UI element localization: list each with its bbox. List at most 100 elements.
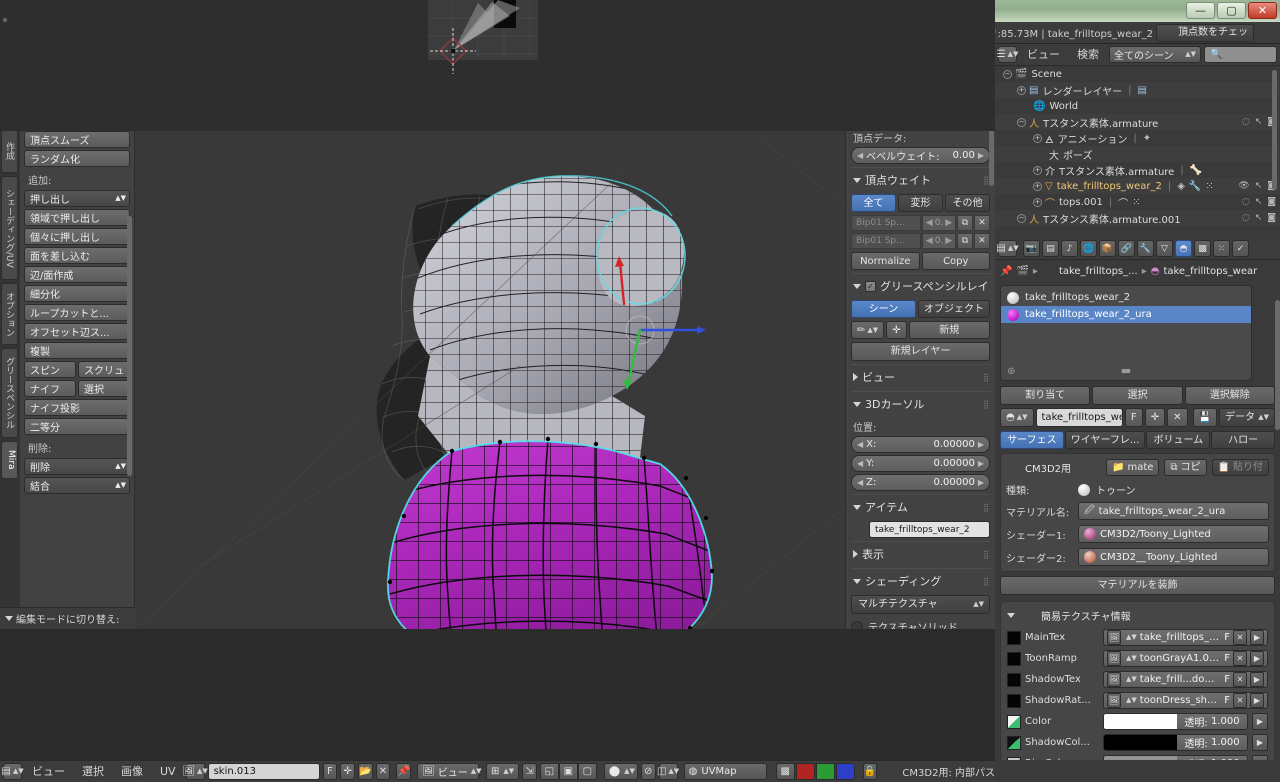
copy-material-button[interactable]: ⧉ コピ	[1164, 459, 1207, 476]
expand-toggle-icon[interactable]: +	[1033, 197, 1042, 207]
cm3d2-kind-value-group[interactable]: トゥーン	[1078, 482, 1136, 497]
visibility-icon[interactable]: 👁	[1238, 181, 1249, 191]
uv-sync-selection-icon[interactable]: ⇲	[522, 763, 537, 780]
gp-add-icon[interactable]: ✛	[886, 321, 907, 339]
tool-knife-project-button[interactable]: ナイフ投影	[24, 399, 130, 416]
bevel-weight-field[interactable]: ◀ ベベルウェイト: 0.00 ▶	[851, 147, 990, 164]
delete-weight-icon[interactable]: ✕	[974, 233, 990, 249]
uv-image-editor[interactable]	[0, 0, 995, 131]
color-swatch[interactable]	[1104, 735, 1177, 750]
tool-tab-options[interactable]: オプション	[1, 283, 18, 345]
material-datablock-row[interactable]: ◓▲▼ take_frilltops_we... F ✛ ✕ 💾 データ ▲▼	[1000, 408, 1275, 427]
tab-object[interactable]: 📦	[1099, 240, 1116, 257]
expand-toggle-icon[interactable]: −	[1017, 117, 1026, 127]
vertex-weight-filter-tabs[interactable]: 全て 変形 その他	[851, 194, 990, 212]
material-type-tabs[interactable]: サーフェス ワイヤーフレ... ボリューム ハロー	[1000, 431, 1275, 449]
selectable-icon[interactable]: ↖	[1255, 213, 1263, 223]
selectable-icon[interactable]: ↖	[1255, 117, 1263, 127]
tab-texture[interactable]: ▩	[1194, 240, 1211, 257]
chevron-right-icon[interactable]: ▶	[978, 478, 984, 487]
cursor3d-field-y[interactable]: ◀ Y: 0.00000 ▶	[851, 455, 990, 472]
outliner-row-icons[interactable]: ◌↖◙	[1242, 213, 1276, 223]
tool-screw-button[interactable]: スクリュ	[78, 361, 130, 378]
alpha-channel-icon[interactable]: ▩	[775, 763, 795, 780]
outliner-search-input[interactable]: 🔍	[1204, 46, 1277, 63]
material-slot-list[interactable]: take_frilltops_wear_2 take_frilltops_wea…	[1000, 285, 1252, 381]
display-section-header[interactable]: 表示 ⣿	[851, 541, 990, 565]
outliner-row-armature[interactable]: − 人 Tスタンス素体.armature ◌↖◙	[995, 114, 1280, 130]
weight-tab-deform[interactable]: 変形	[898, 194, 943, 212]
breadcrumb-object[interactable]: take_frilltops_...	[1059, 266, 1138, 277]
shadowtex-field[interactable]: 🖼 ▲▼ take_frill...dow.001 F ✕ ▶	[1103, 671, 1268, 688]
browse-image-icon[interactable]: 🖼	[1107, 693, 1121, 708]
maintex-fake-user[interactable]: F	[1224, 632, 1230, 643]
copy-weight-icon[interactable]: ⧉	[957, 215, 973, 231]
new-material-button[interactable]: ✛	[1144, 408, 1166, 427]
uv-sticky-mode-dropdown[interactable]: ⬤ ▲▼	[603, 763, 638, 780]
browse-material-icon[interactable]: ◓ ▲▼	[1000, 408, 1034, 427]
tool-knife-button[interactable]: ナイフ	[24, 380, 76, 397]
uv-view-mode-dropdown[interactable]: 🖼 ビュー ▲▼	[417, 763, 482, 780]
tab-constraints[interactable]: 🔗	[1118, 240, 1135, 257]
outliner-row-tops001[interactable]: + ⌒ tops.001 | ⌒ ⁙ ◌ ↖ ◙	[995, 194, 1280, 210]
cursor3d-section-header[interactable]: 3Dカーソル ⣿	[851, 391, 990, 415]
selectable-icon[interactable]: ↖	[1255, 197, 1263, 207]
tool-shelf-tabs[interactable]: ツール 作成 シェーディング/UV オプション グリースペンシル Mira	[0, 66, 20, 629]
item-section-header[interactable]: アイテム ⣿	[851, 494, 990, 518]
assign-button[interactable]: 割り当て	[1000, 386, 1091, 405]
grease-pencil-new-row[interactable]: ✏ ▲▼ ✛ 新規	[851, 321, 990, 339]
cursor3d-field-x[interactable]: ◀ X: 0.00000 ▶	[851, 436, 990, 453]
expand-toggle-icon[interactable]: +	[1033, 181, 1042, 191]
fake-user-button[interactable]: F	[1124, 408, 1143, 427]
wireframe-tab[interactable]: ワイヤーフレ...	[1064, 431, 1146, 449]
object-name-field[interactable]: take_frilltops_wear_2	[869, 521, 990, 538]
tool-merge-button[interactable]: 結合 ▲▼	[24, 477, 130, 494]
chevron-left-icon[interactable]: ◀	[857, 478, 863, 487]
expand-icon[interactable]: ▶	[1250, 672, 1264, 687]
properties-scrollbar[interactable]	[1275, 300, 1280, 430]
uv-vertex-select-icon[interactable]: ◱	[539, 763, 559, 780]
uv-pivot-dropdown[interactable]: ⊞ ▲▼	[486, 763, 520, 780]
cm3d2-material-name-field[interactable]: 🖉 take_frilltops_wear_2_ura	[1078, 502, 1269, 520]
shadowcolor-value-bar[interactable]: 透明: 1.000	[1103, 734, 1248, 751]
visibility-icon[interactable]: ◌	[1242, 197, 1250, 207]
material-slot-item[interactable]: take_frilltops_wear_2	[1001, 289, 1251, 306]
material-link-dropdown[interactable]: データ ▲▼	[1219, 408, 1275, 427]
outliner-menu-search[interactable]: 検索	[1070, 46, 1106, 64]
expand-icon[interactable]: ▶	[1252, 734, 1268, 751]
outliner-row-renderlayer[interactable]: + ▤ レンダーレイヤー | ▤	[995, 82, 1280, 98]
unlink-image-button[interactable]: ✕	[375, 763, 391, 780]
outliner-row-mesh-take-frilltops-wear-2[interactable]: + ▽ take_frilltops_wear_2 | ◈ 🔧 ⁙ 👁↖◙	[995, 178, 1280, 194]
grease-pencil-new-layer-row[interactable]: 新規レイヤー	[851, 342, 990, 361]
expand-toggle-icon[interactable]: −	[1017, 213, 1026, 223]
tool-loop-cut-button[interactable]: ループカットと...	[24, 304, 130, 321]
tool-randomize-button[interactable]: ランダム化	[24, 150, 130, 167]
cm3d2-shader2-field[interactable]: CM3D2__Toony_Lighted	[1078, 548, 1269, 566]
tool-bisect-button[interactable]: 二等分	[24, 418, 130, 435]
tool-smooth-vertex-button[interactable]: 頂点スムーズ	[24, 131, 130, 148]
chevron-right-icon[interactable]: ▶	[978, 459, 984, 468]
weight-tab-other[interactable]: その他	[945, 194, 990, 212]
vertex-weight-value[interactable]: ◀ 0. ▶	[922, 215, 956, 231]
tab-render[interactable]: 📷	[1023, 240, 1040, 257]
browse-id-icon[interactable]: 🎬	[1016, 266, 1028, 277]
uv-snap-icon[interactable]: ⊘	[640, 763, 656, 780]
uv-menu-view[interactable]: ビュー	[25, 763, 72, 781]
tab-world[interactable]: 🌐	[1080, 240, 1097, 257]
grease-pencil-checkbox[interactable]: ✓	[865, 280, 876, 292]
close-button[interactable]: ✕	[1248, 2, 1277, 19]
maintex-field[interactable]: 🖼 ▲▼ take_frilltops_wea... F ✕ ▶	[1103, 629, 1268, 646]
color-alpha[interactable]: 透明: 1.000	[1177, 714, 1247, 729]
check-vertex-count-button[interactable]: 頂点数をチェッ	[1156, 23, 1254, 42]
green-channel-icon[interactable]	[815, 763, 835, 780]
pin-image-button[interactable]: 📌	[396, 763, 412, 780]
window-controls[interactable]: — ▢ ✕	[1186, 2, 1277, 19]
uv-canvas[interactable]	[0, 0, 995, 131]
expand-icon[interactable]: ▶	[1250, 630, 1264, 645]
expand-icon[interactable]: ▶	[1250, 693, 1264, 708]
outliner-row-icons[interactable]: ◌↖◙	[1242, 117, 1276, 127]
normalize-button[interactable]: Normalize	[851, 252, 920, 270]
deselect-button[interactable]: 選択解除	[1184, 386, 1275, 405]
tool-inset-faces-button[interactable]: 面を差し込む	[24, 247, 130, 264]
toonramp-fake-user[interactable]: F	[1224, 653, 1230, 664]
